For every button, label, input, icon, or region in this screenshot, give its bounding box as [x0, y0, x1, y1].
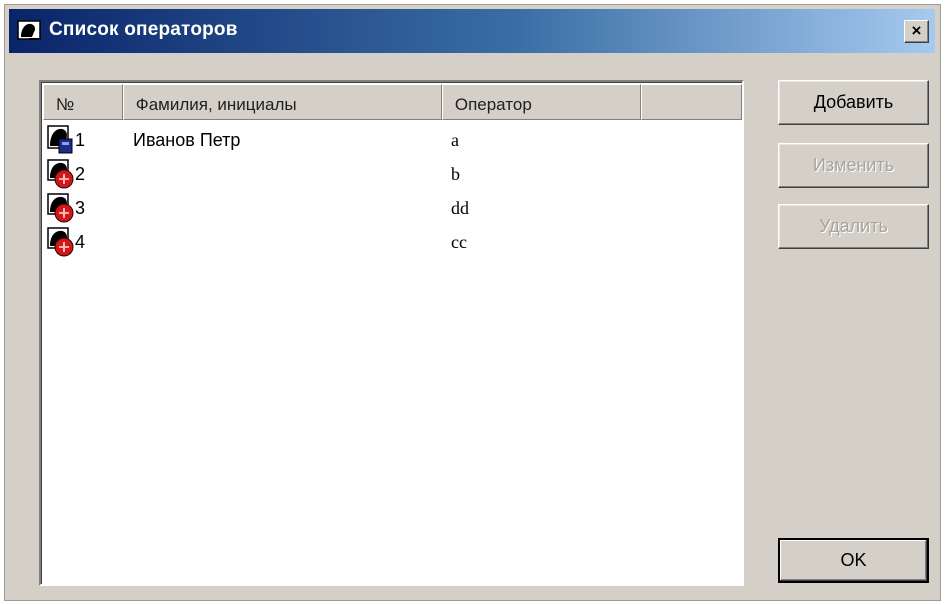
row-operator: a [451, 130, 459, 150]
edit-button[interactable]: Изменить [778, 143, 929, 188]
column-header-name[interactable]: Фамилия, инициалы [122, 84, 442, 120]
row-operator: dd [451, 198, 469, 218]
list-item[interactable]: 1 Иванов Петр a [41, 122, 742, 156]
close-button[interactable]: × [904, 20, 929, 43]
list-header: № Фамилия, инициалы Оператор [43, 84, 742, 120]
operator-red-icon [47, 193, 75, 223]
ok-button[interactable]: OK [778, 538, 929, 583]
window-title: Список операторов [49, 19, 238, 40]
app-icon [17, 20, 41, 40]
row-number: 1 [75, 130, 86, 150]
operator-listview[interactable]: № Фамилия, инициалы Оператор 1 Иванов Пе… [39, 80, 744, 586]
list-item[interactable]: 3 dd [41, 190, 742, 224]
operator-red-icon [47, 227, 75, 257]
row-operator: b [451, 164, 460, 184]
title-bar[interactable]: Список операторов × [9, 9, 935, 53]
list-item[interactable]: 4 cc [41, 224, 742, 258]
row-name: Иванов Петр [133, 130, 241, 150]
add-button[interactable]: Добавить [778, 80, 929, 125]
operator-red-icon [47, 159, 75, 189]
column-header-number[interactable]: № [43, 84, 123, 120]
column-header-operator[interactable]: Оператор [441, 84, 642, 120]
row-number: 3 [75, 198, 86, 218]
row-operator: cc [451, 232, 467, 252]
column-header-extra[interactable] [641, 84, 742, 120]
operator-blue-icon [47, 125, 75, 155]
row-number: 4 [75, 232, 86, 252]
list-item[interactable]: 2 b [41, 156, 742, 190]
row-number: 2 [75, 164, 86, 184]
delete-button[interactable]: Удалить [778, 204, 929, 249]
operator-list-window: Список операторов × № Фамилия, инициалы … [4, 4, 941, 601]
